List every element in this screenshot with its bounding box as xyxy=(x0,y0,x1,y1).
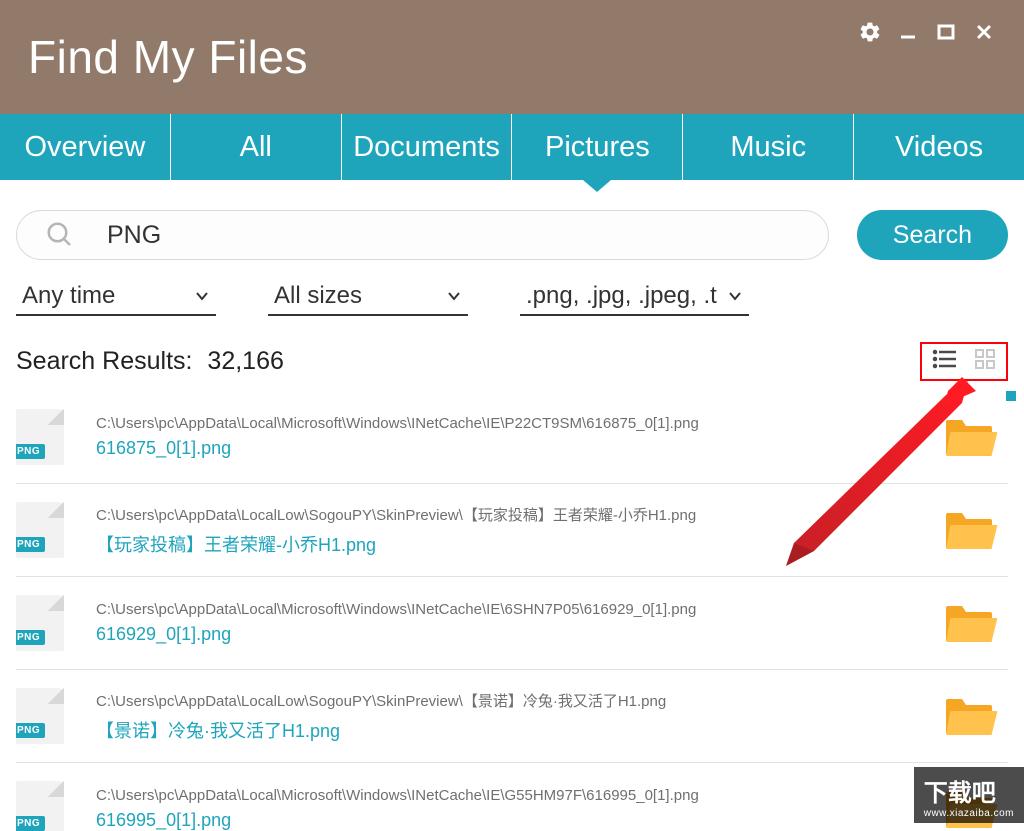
tab-label: Pictures xyxy=(545,131,650,164)
tab-label: Overview xyxy=(24,131,145,164)
open-folder-icon[interactable] xyxy=(944,509,998,551)
result-row[interactable]: PNG C:\Users\pc\AppData\Local\Microsoft\W… xyxy=(16,763,1008,831)
filter-label: .png, .jpg, .jpeg, .t xyxy=(526,282,717,310)
list-view-icon[interactable] xyxy=(932,348,958,375)
file-type-badge: PNG xyxy=(16,444,45,459)
app-title: Find My Files xyxy=(28,30,308,84)
file-path: C:\Users\pc\AppData\Local\Microsoft\Wind… xyxy=(96,415,924,432)
results-list: PNG C:\Users\pc\AppData\Local\Microsoft\W… xyxy=(16,391,1008,831)
open-folder-icon[interactable] xyxy=(944,416,998,458)
file-name[interactable]: 616995_0[1].png xyxy=(96,810,924,831)
search-icon xyxy=(45,220,75,250)
file-text: C:\Users\pc\AppData\Local\Microsoft\Wind… xyxy=(96,787,924,831)
file-name[interactable]: 【玩家投稿】王者荣耀-小乔H1.png xyxy=(96,531,924,557)
title-bar: Find My Files xyxy=(0,0,1024,114)
filter-size[interactable]: All sizes xyxy=(268,278,468,316)
chevron-down-icon xyxy=(727,288,743,304)
result-row[interactable]: PNG C:\Users\pc\AppData\Local\Microsoft\W… xyxy=(16,391,1008,484)
file-path: C:\Users\pc\AppData\LocalLow\SogouPY\Ski… xyxy=(96,504,924,525)
close-icon[interactable] xyxy=(972,20,996,44)
filter-label: Any time xyxy=(22,282,115,310)
search-button[interactable]: Search xyxy=(857,210,1008,260)
file-icon: PNG xyxy=(16,688,64,744)
file-icon: PNG xyxy=(16,502,64,558)
result-row[interactable]: PNG C:\Users\pc\AppData\Local\Microsoft\W… xyxy=(16,577,1008,670)
view-toggle xyxy=(920,342,1008,381)
file-text: C:\Users\pc\AppData\LocalLow\SogouPY\Ski… xyxy=(96,504,924,557)
search-input[interactable] xyxy=(107,221,800,250)
gear-icon[interactable] xyxy=(858,20,882,44)
file-path: C:\Users\pc\AppData\Local\Microsoft\Wind… xyxy=(96,787,924,804)
maximize-icon[interactable] xyxy=(934,20,958,44)
filter-types[interactable]: .png, .jpg, .jpeg, .t xyxy=(520,278,749,316)
result-row[interactable]: PNG C:\Users\pc\AppData\LocalLow\SogouPY\… xyxy=(16,484,1008,577)
file-name[interactable]: 616929_0[1].png xyxy=(96,624,924,645)
tab-overview[interactable]: Overview xyxy=(0,114,171,180)
chevron-down-icon xyxy=(194,288,210,304)
file-type-badge: PNG xyxy=(16,630,45,645)
tab-documents[interactable]: Documents xyxy=(342,114,513,180)
active-tab-indicator-icon xyxy=(583,180,611,192)
tab-pictures[interactable]: Pictures xyxy=(512,114,683,180)
file-path: C:\Users\pc\AppData\LocalLow\SogouPY\Ski… xyxy=(96,690,924,711)
results-container: PNG C:\Users\pc\AppData\Local\Microsoft\W… xyxy=(16,391,1008,831)
file-name[interactable]: 616875_0[1].png xyxy=(96,438,924,459)
file-name[interactable]: 【景诺】冷兔·我又活了H1.png xyxy=(96,717,924,743)
tab-label: Documents xyxy=(353,131,500,164)
results-header: Search Results: 32,166 xyxy=(0,316,1024,391)
filter-row: Any time All sizes .png, .jpg, .jpeg, .t xyxy=(0,260,1024,316)
file-path: C:\Users\pc\AppData\Local\Microsoft\Wind… xyxy=(96,601,924,618)
grid-view-icon[interactable] xyxy=(974,348,996,375)
file-icon: PNG xyxy=(16,409,64,465)
tab-label: All xyxy=(240,131,272,164)
result-row[interactable]: PNG C:\Users\pc\AppData\LocalLow\SogouPY\… xyxy=(16,670,1008,763)
results-count-label: Search Results: 32,166 xyxy=(16,347,284,376)
file-type-badge: PNG xyxy=(16,816,45,831)
window-controls xyxy=(858,20,996,44)
tab-all[interactable]: All xyxy=(171,114,342,180)
minimize-icon[interactable] xyxy=(896,20,920,44)
tab-label: Music xyxy=(730,131,806,164)
file-icon: PNG xyxy=(16,781,64,831)
watermark: 下载吧 www.xiazaiba.com xyxy=(914,767,1024,823)
file-text: C:\Users\pc\AppData\Local\Microsoft\Wind… xyxy=(96,415,924,459)
file-type-badge: PNG xyxy=(16,537,45,552)
category-tabs: Overview All Documents Pictures Music Vi… xyxy=(0,114,1024,180)
tab-label: Videos xyxy=(895,131,983,164)
file-text: C:\Users\pc\AppData\Local\Microsoft\Wind… xyxy=(96,601,924,645)
search-row: Search xyxy=(0,180,1024,260)
tab-videos[interactable]: Videos xyxy=(854,114,1024,180)
search-box xyxy=(16,210,829,260)
tab-music[interactable]: Music xyxy=(683,114,854,180)
file-text: C:\Users\pc\AppData\LocalLow\SogouPY\Ski… xyxy=(96,690,924,743)
filter-label: All sizes xyxy=(274,282,362,310)
open-folder-icon[interactable] xyxy=(944,695,998,737)
filter-time[interactable]: Any time xyxy=(16,278,216,316)
open-folder-icon[interactable] xyxy=(944,602,998,644)
file-type-badge: PNG xyxy=(16,723,45,738)
chevron-down-icon xyxy=(446,288,462,304)
file-icon: PNG xyxy=(16,595,64,651)
